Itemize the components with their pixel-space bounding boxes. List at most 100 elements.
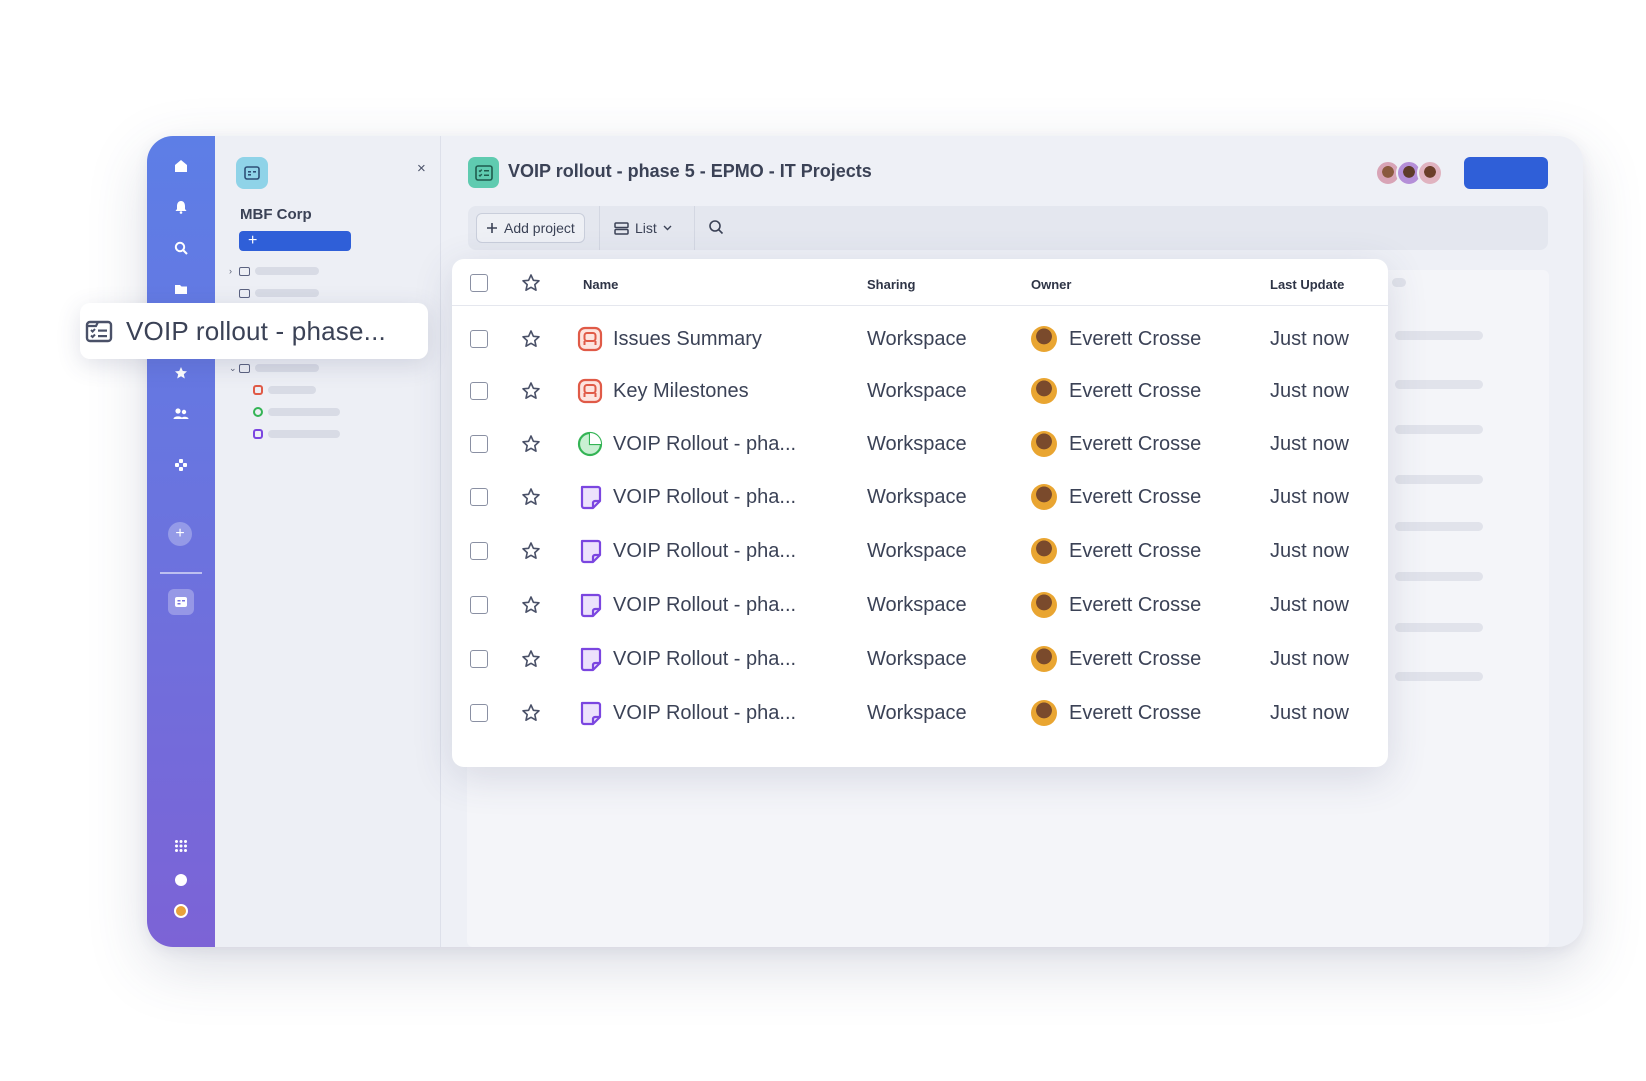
owner-avatar xyxy=(1031,592,1057,618)
star-icon[interactable] xyxy=(521,434,541,454)
tree-child-item[interactable] xyxy=(253,429,340,439)
workspace-logo xyxy=(236,157,268,189)
view-selector[interactable]: List xyxy=(614,213,672,243)
select-all-checkbox[interactable] xyxy=(470,274,488,292)
tree-placeholder xyxy=(255,289,319,297)
star-icon[interactable] xyxy=(521,703,541,723)
integrations-icon[interactable] xyxy=(172,456,190,474)
tree-placeholder xyxy=(268,430,340,438)
issues-report-icon xyxy=(577,378,603,404)
row-checkbox[interactable] xyxy=(470,542,488,560)
new-item-button[interactable]: + xyxy=(239,231,351,251)
row-checkbox[interactable] xyxy=(470,596,488,614)
last-update-value: Just now xyxy=(1270,328,1349,350)
item-name[interactable]: VOIP Rollout - pha... xyxy=(613,486,796,509)
item-name[interactable]: Key Milestones xyxy=(613,380,749,403)
table-row[interactable]: VOIP Rollout - pha... Workspace Everett Cr… xyxy=(452,420,1388,472)
chevron-right-icon: › xyxy=(229,266,232,276)
table-row[interactable]: VOIP Rollout - pha... Workspace Everett Cr… xyxy=(452,473,1388,525)
add-project-label: Add project xyxy=(504,220,575,236)
owner-name: Everett Crosse xyxy=(1069,486,1202,508)
folder-icon[interactable] xyxy=(172,280,190,298)
document-icon xyxy=(577,538,603,564)
row-checkbox[interactable] xyxy=(470,488,488,506)
column-header-owner[interactable]: Owner xyxy=(1031,277,1071,292)
item-name[interactable]: VOIP Rollout - pha... xyxy=(613,540,796,563)
row-checkbox[interactable] xyxy=(470,704,488,722)
star-icon[interactable] xyxy=(521,541,541,561)
folder-icon xyxy=(239,288,250,298)
search-icon[interactable] xyxy=(172,239,190,257)
owner-avatar xyxy=(1031,646,1057,672)
people-icon[interactable] xyxy=(172,405,190,423)
tree-placeholder xyxy=(255,364,319,372)
close-sidebar-button[interactable]: × xyxy=(417,160,426,177)
avatar[interactable] xyxy=(1417,160,1443,186)
owner-avatar xyxy=(1031,538,1057,564)
table-row[interactable]: VOIP Rollout - pha... Workspace Everett Cr… xyxy=(452,581,1388,633)
home-icon[interactable] xyxy=(172,157,190,175)
table-header: Name Sharing Owner Last Update xyxy=(452,259,1388,306)
owner-avatar xyxy=(1031,700,1057,726)
add-project-button[interactable]: Add project xyxy=(476,213,585,243)
add-workspace-icon[interactable]: + xyxy=(168,522,192,546)
star-icon[interactable] xyxy=(172,364,190,382)
user-avatar[interactable] xyxy=(174,904,188,918)
star-icon[interactable] xyxy=(521,595,541,615)
table-row[interactable]: VOIP Rollout - pha... Workspace Everett Cr… xyxy=(452,689,1388,741)
tree-placeholder xyxy=(268,386,316,394)
sharing-value: Workspace xyxy=(867,702,967,724)
help-icon[interactable] xyxy=(172,871,190,889)
last-update-value: Just now xyxy=(1270,702,1349,724)
collaborator-avatars[interactable] xyxy=(1375,160,1443,186)
document-icon xyxy=(577,700,603,726)
share-button[interactable] xyxy=(1464,157,1548,189)
document-icon xyxy=(577,592,603,618)
dragged-item-chip[interactable]: VOIP rollout - phase... xyxy=(80,303,428,359)
star-icon[interactable] xyxy=(521,273,541,293)
tree-item[interactable]: › xyxy=(229,266,319,276)
pie-chart-icon xyxy=(577,431,603,457)
item-name[interactable]: VOIP Rollout - pha... xyxy=(613,648,796,671)
owner-name: Everett Crosse xyxy=(1069,702,1202,724)
workspace-switcher-active[interactable] xyxy=(168,589,194,615)
issues-icon xyxy=(253,385,263,395)
table-row[interactable]: Key Milestones Workspace Everett Crosse Jus… xyxy=(452,367,1388,419)
workspace-sidebar: × MBF Corp + › ⌄ xyxy=(215,136,441,947)
item-name[interactable]: Issues Summary xyxy=(613,328,762,351)
table-row[interactable]: Issues Summary Workspace Everett Crosse Jus… xyxy=(452,315,1388,367)
toolbar-divider xyxy=(694,206,695,250)
row-checkbox[interactable] xyxy=(470,382,488,400)
chevron-down-icon xyxy=(663,225,672,231)
owner-avatar xyxy=(1031,484,1057,510)
column-header-last-update[interactable]: Last Update xyxy=(1270,277,1344,292)
apps-grid-icon[interactable] xyxy=(172,837,190,855)
owner-avatar xyxy=(1031,431,1057,457)
item-name[interactable]: VOIP Rollout - pha... xyxy=(613,594,796,617)
search-icon[interactable] xyxy=(708,219,726,237)
tree-child-item[interactable] xyxy=(253,385,316,395)
tree-item-expanded[interactable]: ⌄ xyxy=(229,363,319,373)
owner-avatar xyxy=(1031,326,1057,352)
star-icon[interactable] xyxy=(521,487,541,507)
row-checkbox[interactable] xyxy=(470,435,488,453)
chart-icon xyxy=(253,407,263,417)
row-checkbox[interactable] xyxy=(470,330,488,348)
item-name[interactable]: VOIP Rollout - pha... xyxy=(613,702,796,725)
star-icon[interactable] xyxy=(521,329,541,349)
star-icon[interactable] xyxy=(521,649,541,669)
bell-icon[interactable] xyxy=(172,198,190,216)
tree-item[interactable] xyxy=(229,288,319,298)
folder-icon xyxy=(239,363,250,373)
column-header-name[interactable]: Name xyxy=(583,277,618,292)
sharing-value: Workspace xyxy=(867,380,967,402)
column-header-sharing[interactable]: Sharing xyxy=(867,277,915,292)
tree-child-item[interactable] xyxy=(253,407,340,417)
star-icon[interactable] xyxy=(521,381,541,401)
page-title: VOIP rollout - phase 5 - EPMO - IT Proje… xyxy=(508,161,872,181)
row-checkbox[interactable] xyxy=(470,650,488,668)
item-name[interactable]: VOIP Rollout - pha... xyxy=(613,433,796,456)
table-row[interactable]: VOIP Rollout - pha... Workspace Everett Cr… xyxy=(452,527,1388,579)
dragged-item-label: VOIP rollout - phase... xyxy=(126,315,386,346)
table-row[interactable]: VOIP Rollout - pha... Workspace Everett Cr… xyxy=(452,635,1388,687)
